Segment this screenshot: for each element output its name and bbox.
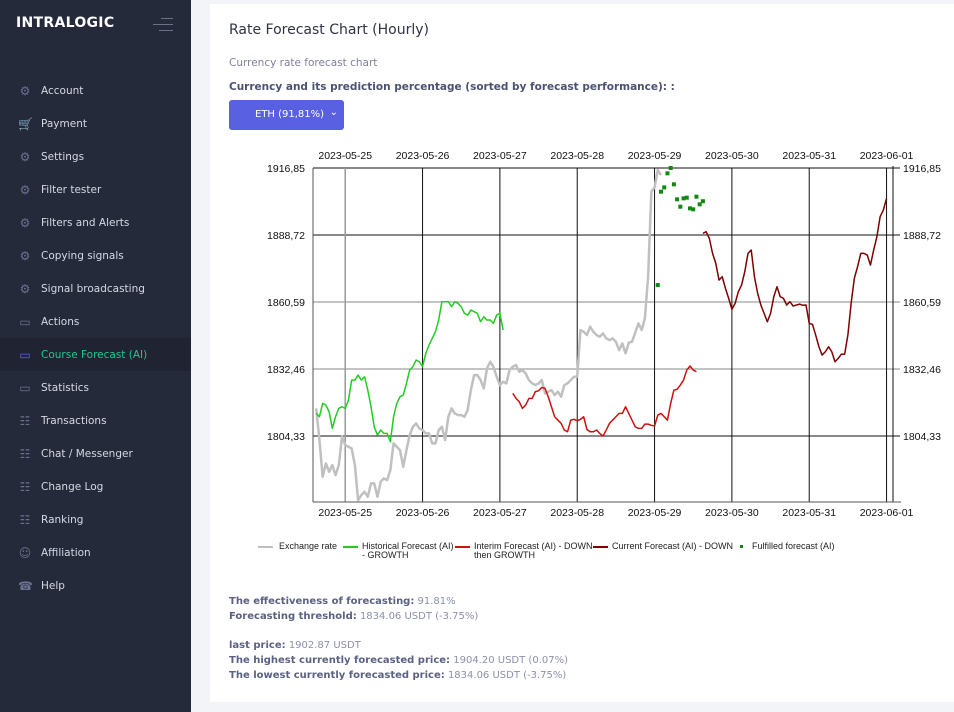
stat-label: Forecasting threshold: (229, 611, 357, 622)
x-tick-label-bottom: 2023-05-31 (782, 507, 836, 519)
y-tick-label-right: 1832,46 (903, 364, 941, 376)
x-tick-label-bottom: 2023-05-25 (318, 507, 372, 519)
fulfilled-forecast-point (678, 204, 683, 209)
y-tick-label-left: 1832,46 (267, 364, 305, 376)
legend-swatch (455, 546, 470, 548)
y-tick-label-left: 1888,72 (267, 230, 305, 242)
legend-swatch (740, 545, 743, 548)
forecast-chart: 1916,85 1916,85 1888,72 1888,72 1860,59 1860,… (267, 150, 941, 519)
series-line-0 (314, 168, 663, 502)
fulfilled-forecast-point (655, 283, 660, 288)
stat-label: last price: (229, 640, 286, 651)
x-tick-label-top: 2023-05-29 (628, 150, 682, 162)
fulfilled-forecast-point (694, 194, 699, 199)
fulfilled-forecast-point (671, 182, 676, 187)
legend-label: Fulfilled forecast (AI) (752, 541, 835, 551)
series-line-2 (512, 365, 697, 437)
legend-label-line2: then GROWTH (474, 550, 536, 560)
x-tick-label-top: 2023-05-27 (473, 150, 527, 162)
x-tick-label-top: 2023-05-30 (705, 150, 759, 162)
x-tick-label-bottom: 2023-06-01 (860, 507, 914, 519)
stat-value: 1904.20 USDT (0.07%) (453, 655, 568, 666)
fulfilled-forecast-point (662, 185, 667, 190)
fulfilled-forecast-point (675, 197, 680, 202)
fulfilled-forecast-point (684, 195, 689, 200)
stat-value: 1834.06 USDT (-3.75%) (447, 670, 567, 681)
x-tick-label-top: 2023-05-31 (782, 150, 836, 162)
x-tick-label-bottom: 2023-05-28 (550, 507, 604, 519)
stat-value: 1902.87 USDT (288, 640, 361, 651)
stat-label: The effectiveness of forecasting: (229, 596, 415, 607)
y-tick-label-right: 1804,33 (903, 431, 941, 443)
y-tick-label-right: 1860,59 (903, 297, 941, 309)
x-tick-label-bottom: 2023-05-30 (705, 507, 759, 519)
x-tick-label-top: 2023-05-25 (318, 150, 372, 162)
x-tick-label-top: 2023-05-26 (396, 150, 450, 162)
x-tick-label-bottom: 2023-05-29 (628, 507, 682, 519)
stat-last-price: last price: 1902.87 USDT (229, 640, 361, 651)
y-tick-label-left: 1916,85 (267, 163, 305, 175)
y-tick-label-left: 1804,33 (267, 431, 305, 443)
stat-value: 91.81% (417, 596, 456, 607)
series-line-3 (702, 198, 888, 363)
x-tick-label-bottom: 2023-05-26 (396, 507, 450, 519)
series-line-1 (315, 300, 504, 443)
stat-lowest: The lowest currently forecasted price: 1… (229, 670, 566, 681)
legend-label: Current Forecast (AI) - DOWN (612, 541, 734, 551)
fulfilled-forecast-point (700, 199, 705, 204)
stat-highest: The highest currently forecasted price: … (229, 655, 568, 666)
legend-swatch (258, 546, 273, 548)
fulfilled-forecast-point (665, 171, 670, 176)
fulfilled-forecast-point (691, 207, 696, 212)
stat-label: The lowest currently forecasted price: (229, 670, 445, 681)
y-tick-label-right: 1916,85 (903, 163, 941, 175)
legend-swatch (343, 546, 358, 548)
x-tick-label-top: 2023-05-28 (550, 150, 604, 162)
y-tick-label-right: 1888,72 (903, 230, 941, 242)
stat-value: 1834.06 USDT (-3.75%) (359, 611, 479, 622)
x-tick-label-top: 2023-06-01 (860, 150, 914, 162)
legend-label: Exchange rate (279, 541, 338, 551)
legend-swatch (593, 546, 608, 548)
x-tick-label-bottom: 2023-05-27 (473, 507, 527, 519)
legend-label-line2: - GROWTH (362, 550, 409, 560)
y-tick-label-left: 1860,59 (267, 297, 305, 309)
stat-threshold: Forecasting threshold: 1834.06 USDT (-3.… (229, 611, 478, 622)
stat-label: The highest currently forecasted price: (229, 655, 451, 666)
stat-effectiveness: The effectiveness of forecasting: 91.81% (229, 596, 456, 607)
fulfilled-forecast-point (659, 189, 663, 194)
fulfilled-forecast-point (668, 166, 673, 170)
